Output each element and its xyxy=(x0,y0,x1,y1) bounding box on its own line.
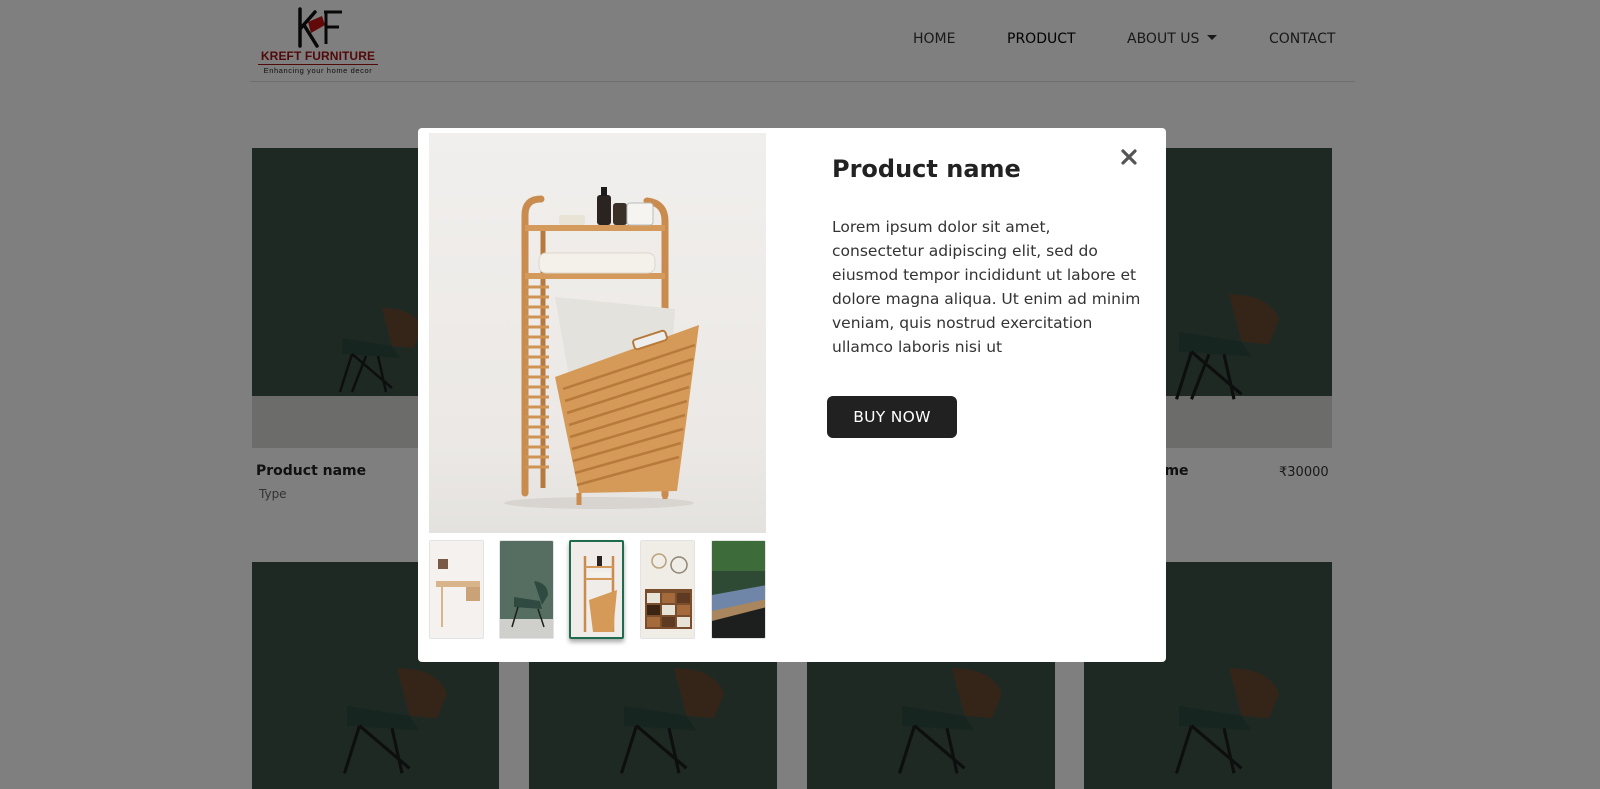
close-icon xyxy=(1121,149,1137,165)
sideboard-thumbnail-image xyxy=(641,541,694,638)
modal-product-title: Product name xyxy=(832,155,1021,183)
desk-thumbnail-image xyxy=(430,541,483,638)
buy-now-button[interactable]: BUY NOW xyxy=(827,396,957,438)
modal-product-description: Lorem ipsum dolor sit amet, consectetur … xyxy=(832,218,1141,356)
product-main-image xyxy=(429,133,766,533)
laundry-shelf-thumbnail-image xyxy=(571,542,622,637)
thumbnail-2[interactable] xyxy=(499,540,554,639)
thumbnail-1[interactable] xyxy=(429,540,484,639)
product-quick-view-modal: Product name Lorem ipsum dolor sit amet,… xyxy=(418,128,1166,662)
thumbnail-4[interactable] xyxy=(640,540,695,639)
modal-close-button[interactable] xyxy=(1118,146,1140,168)
thumbnail-3-selected[interactable] xyxy=(569,540,624,639)
laundry-shelf-image xyxy=(504,187,699,509)
outdoor-sofa-thumbnail-image xyxy=(712,541,765,638)
thumbnail-5[interactable] xyxy=(711,540,766,639)
chair-thumbnail-image xyxy=(500,541,553,638)
